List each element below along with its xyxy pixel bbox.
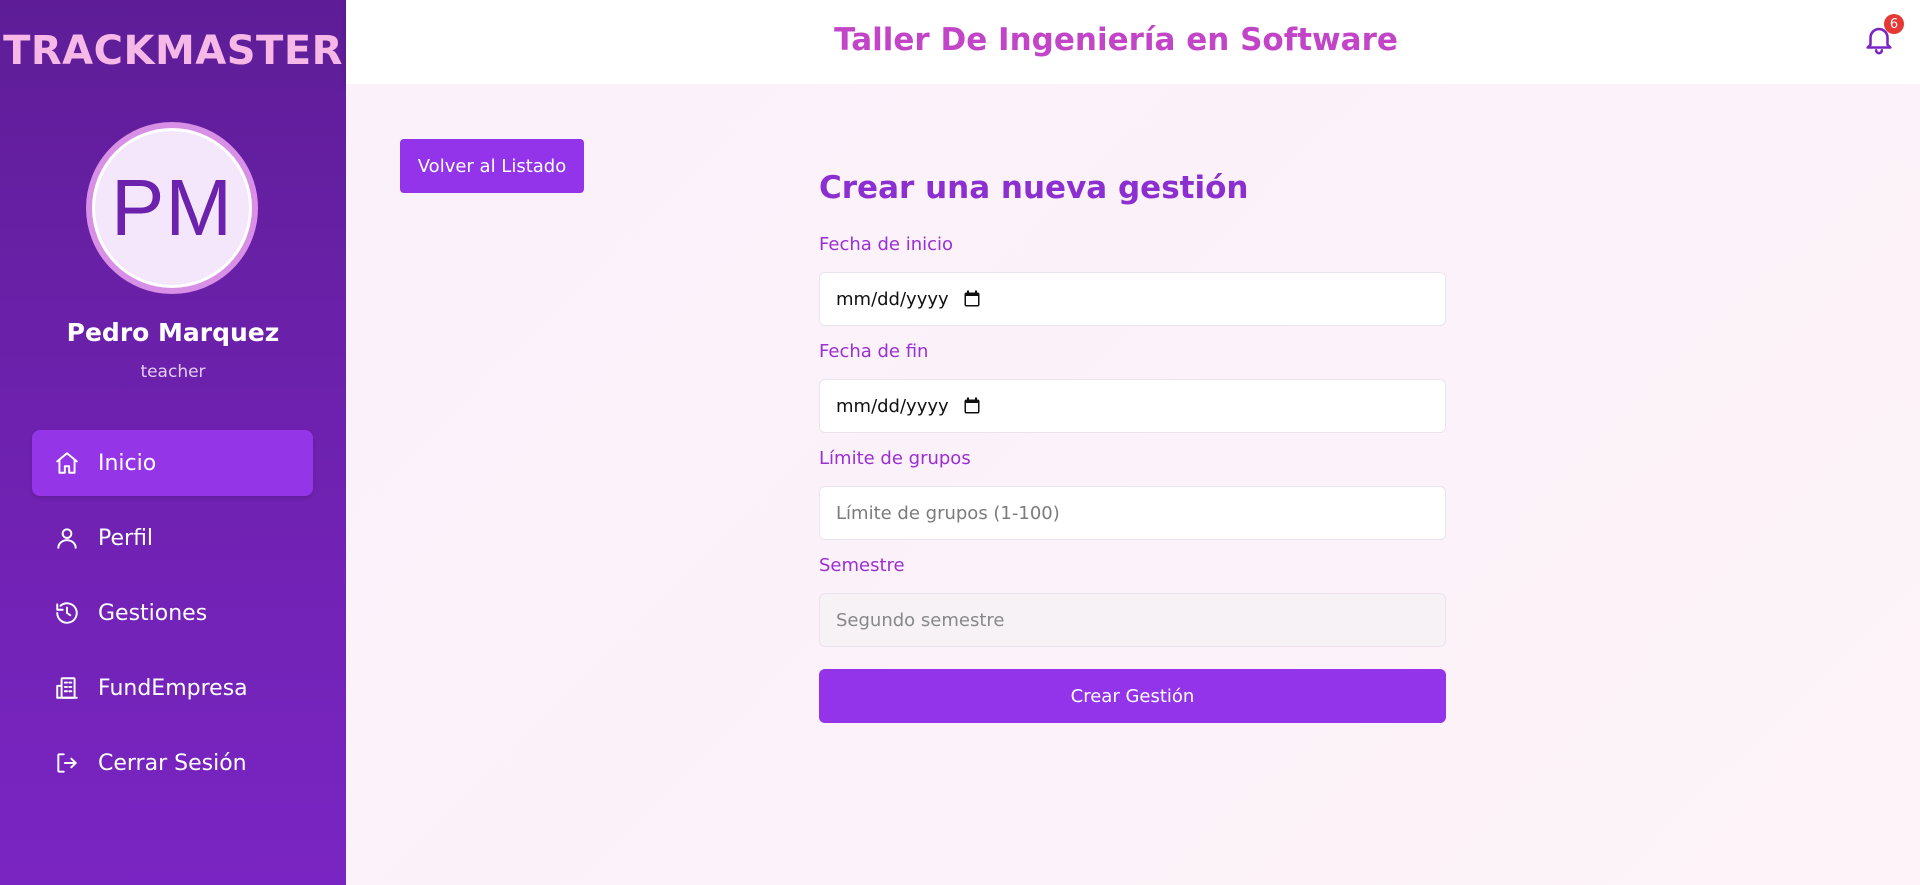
logout-icon: [57, 753, 77, 773]
semester-value: Segundo semestre: [836, 609, 1005, 631]
avatar: PM: [86, 122, 258, 294]
sidebar-item-cerrar-sesion[interactable]: Cerrar Sesión: [32, 730, 313, 796]
end-date-value: mm/dd/yyyy: [836, 395, 949, 417]
sidebar-item-label: Inicio: [98, 450, 157, 476]
notification-badge: 6: [1884, 14, 1904, 34]
create-gestion-form: Crear una nueva gestión Fecha de inicio …: [819, 170, 1446, 723]
group-limit-input[interactable]: [819, 486, 1446, 540]
page-title: Taller De Ingeniería en Software: [834, 22, 1398, 58]
sidebar-item-perfil[interactable]: Perfil: [32, 505, 313, 571]
create-gestion-button[interactable]: Crear Gestión: [819, 669, 1446, 723]
calendar-icon[interactable]: [963, 290, 981, 308]
notifications-button[interactable]: 6: [1862, 14, 1904, 56]
main-content: Volver al Listado Crear una nueva gestió…: [346, 84, 1920, 885]
sidebar-item-inicio[interactable]: Inicio: [32, 430, 313, 496]
sidebar-item-label: Gestiones: [98, 600, 208, 626]
calendar-icon[interactable]: [963, 397, 981, 415]
start-date-label: Fecha de inicio: [819, 234, 954, 255]
end-date-label: Fecha de fin: [819, 341, 929, 362]
semester-label: Semestre: [819, 555, 905, 576]
sidebar-item-fundempresa[interactable]: FundEmpresa: [32, 655, 313, 721]
sidebar-item-label: FundEmpresa: [98, 675, 248, 701]
history-icon: [56, 602, 78, 624]
user-role: teacher: [140, 362, 206, 382]
sidebar-nav: Inicio Perfil Gestiones FundEmpresa Cerr…: [32, 430, 313, 805]
brand-logo: TRACKMASTER: [3, 28, 343, 74]
sidebar-item-label: Perfil: [98, 525, 154, 551]
sidebar-item-gestiones[interactable]: Gestiones: [32, 580, 313, 646]
building-icon: [56, 677, 78, 699]
semester-field: Segundo semestre: [819, 593, 1446, 647]
user-name: Pedro Marquez: [66, 318, 280, 347]
top-header: Taller De Ingeniería en Software 6: [346, 0, 1920, 84]
start-date-value: mm/dd/yyyy: [836, 288, 949, 310]
home-icon: [56, 452, 78, 474]
back-to-list-button[interactable]: Volver al Listado: [400, 139, 584, 193]
user-icon: [57, 528, 77, 549]
sidebar-item-label: Cerrar Sesión: [98, 750, 247, 776]
start-date-input[interactable]: mm/dd/yyyy: [819, 272, 1446, 326]
avatar-initials: PM: [111, 163, 233, 252]
end-date-input[interactable]: mm/dd/yyyy: [819, 379, 1446, 433]
group-limit-label: Límite de grupos: [819, 448, 971, 469]
sidebar: TRACKMASTER PM Pedro Marquez teacher Ini…: [0, 0, 346, 885]
form-title: Crear una nueva gestión: [819, 170, 1249, 206]
